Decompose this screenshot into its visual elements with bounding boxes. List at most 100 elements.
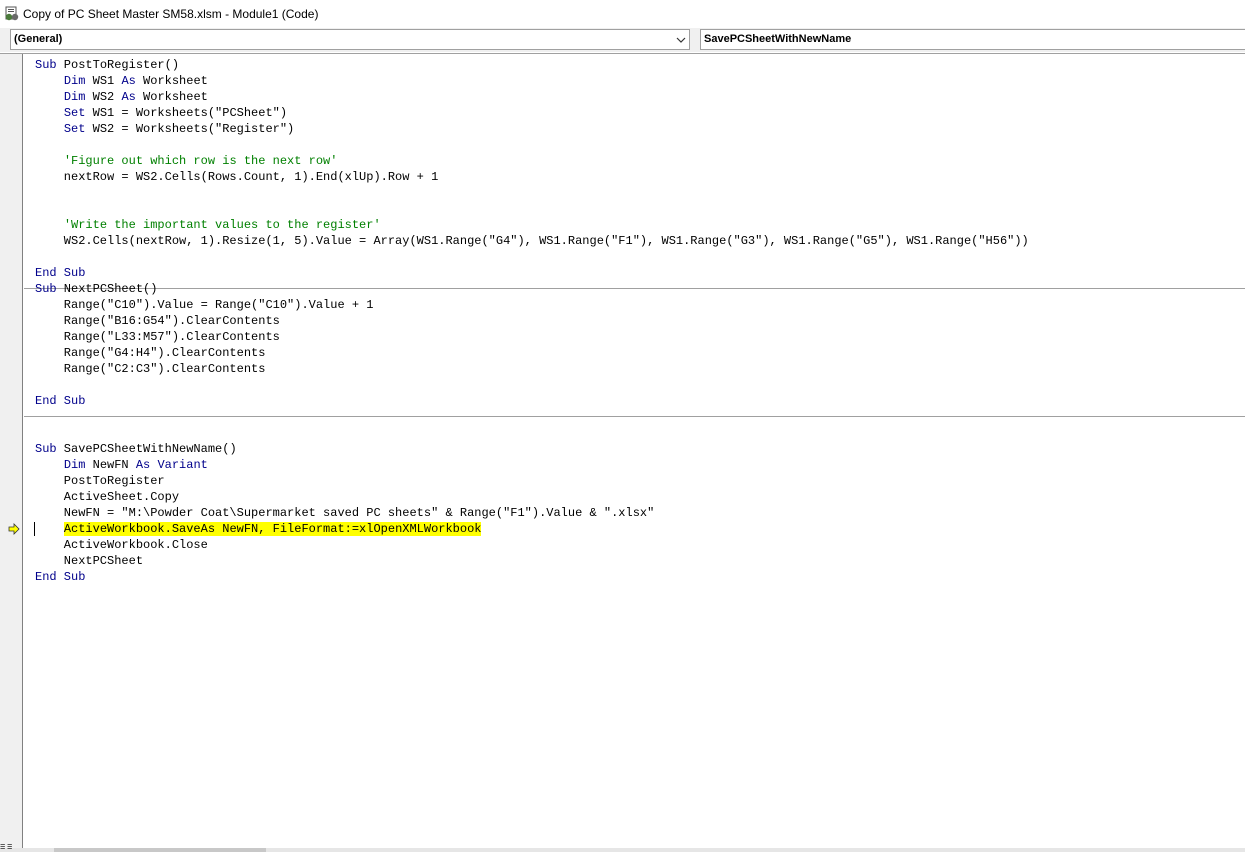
code-token: WS2	[85, 90, 122, 104]
code-token: Worksheet	[135, 74, 208, 88]
code-line[interactable]: PostToRegister	[24, 473, 1245, 489]
code-line-text: ActiveWorkbook.SaveAs NewFN, FileFormat:…	[24, 522, 482, 536]
combo-bar: (General) SavePCSheetWithNewName	[0, 28, 1245, 52]
code-line-text: Sub NextPCSheet()	[24, 282, 157, 296]
code-line[interactable]: Set WS1 = Worksheets("PCSheet")	[24, 105, 1245, 121]
code-line[interactable]: End Sub	[24, 393, 1245, 409]
code-line[interactable]	[24, 137, 1245, 153]
code-line[interactable]: NewFN = "M:\Powder Coat\Supermarket save…	[24, 505, 1245, 521]
code-token: NewFN = "M:\Powder Coat\Supermarket save…	[35, 506, 655, 520]
code-line[interactable]: ActiveWorkbook.Close	[24, 537, 1245, 553]
code-line[interactable]: NextPCSheet	[24, 553, 1245, 569]
code-line-text: Sub SavePCSheetWithNewName()	[24, 442, 237, 456]
keyword-token: End Sub	[35, 266, 86, 280]
code-line[interactable]: Range("L33:M57").ClearContents	[24, 329, 1245, 345]
code-line-text: PostToRegister	[24, 474, 165, 488]
code-line-text: End Sub	[24, 394, 85, 408]
keyword-token: Dim	[63, 74, 86, 88]
code-token: nextRow = WS2.Cells(Rows.Count, 1).End(x…	[35, 170, 439, 184]
code-line[interactable]	[24, 249, 1245, 265]
keyword-token: As	[121, 90, 136, 104]
code-line[interactable]	[24, 425, 1245, 441]
code-line[interactable]: Dim WS1 As Worksheet	[24, 73, 1245, 89]
comment-token: 'Figure out which row is the next row'	[63, 154, 338, 168]
code-line[interactable]: WS2.Cells(nextRow, 1).Resize(1, 5).Value…	[24, 233, 1245, 249]
code-line[interactable]: ActiveWorkbook.SaveAs NewFN, FileFormat:…	[24, 521, 1245, 537]
code-line[interactable]: Range("G4:H4").ClearContents	[24, 345, 1245, 361]
code-line[interactable]	[24, 409, 1245, 425]
code-line[interactable]: nextRow = WS2.Cells(Rows.Count, 1).End(x…	[24, 169, 1245, 185]
code-line-text: 'Write the important values to the regis…	[24, 218, 381, 232]
horizontal-scrollbar-thumb[interactable]	[54, 848, 266, 852]
keyword-token: Sub	[35, 282, 57, 296]
code-line-text: Dim NewFN As Variant	[24, 458, 208, 472]
keyword-token: As	[135, 458, 151, 472]
code-line-text: Range("B16:G54").ClearContents	[24, 314, 280, 328]
keyword-token: Sub	[35, 58, 57, 72]
keyword-token: Sub	[35, 442, 57, 456]
code-line[interactable]: ActiveSheet.Copy	[24, 489, 1245, 505]
code-line-text: End Sub	[24, 570, 85, 584]
code-line[interactable]: Range("C10").Value = Range("C10").Value …	[24, 297, 1245, 313]
code-line[interactable]	[24, 185, 1245, 201]
code-line[interactable]: Set WS2 = Worksheets("Register")	[24, 121, 1245, 137]
keyword-token: End Sub	[35, 394, 86, 408]
code-line-text: 'Figure out which row is the next row'	[24, 154, 338, 168]
code-token: ActiveSheet.Copy	[35, 490, 180, 504]
code-line-text: ActiveSheet.Copy	[24, 490, 179, 504]
code-line-text: Dim WS1 As Worksheet	[24, 74, 208, 88]
keyword-token: As	[121, 74, 136, 88]
code-editor[interactable]: Sub PostToRegister() Dim WS1 As Workshee…	[0, 53, 1245, 849]
code-line-text: NewFN = "M:\Powder Coat\Supermarket save…	[24, 506, 655, 520]
code-line[interactable]: Range("B16:G54").ClearContents	[24, 313, 1245, 329]
procedure-combo-value: SavePCSheetWithNewName	[704, 33, 852, 45]
code-token: ActiveWorkbook.Close	[35, 538, 208, 552]
code-line[interactable]: 'Write the important values to the regis…	[24, 217, 1245, 233]
comment-token: 'Write the important values to the regis…	[63, 218, 381, 232]
keyword-token: Set	[63, 122, 86, 136]
current-statement: ActiveWorkbook.SaveAs NewFN, FileFormat:…	[63, 522, 482, 536]
code-line-text: Range("G4:H4").ClearContents	[24, 346, 266, 360]
keyword-token: End Sub	[35, 570, 86, 584]
code-line[interactable]: End Sub	[24, 569, 1245, 585]
code-line[interactable]: Sub NextPCSheet()	[24, 281, 1245, 297]
indicator-margin[interactable]	[0, 54, 23, 849]
procedure-combo[interactable]: SavePCSheetWithNewName	[700, 29, 1245, 50]
code-line[interactable]: Dim WS2 As Worksheet	[24, 89, 1245, 105]
vba-module-icon	[5, 6, 19, 21]
code-line[interactable]	[24, 377, 1245, 393]
code-line[interactable]: Sub PostToRegister()	[24, 57, 1245, 73]
code-line-text: ActiveWorkbook.Close	[24, 538, 208, 552]
code-token: WS2 = Worksheets("Register")	[85, 122, 295, 136]
code-line[interactable]: 'Figure out which row is the next row'	[24, 153, 1245, 169]
code-line[interactable]: End Sub	[24, 265, 1245, 281]
view-buttons[interactable]: ☰ ☰	[0, 845, 36, 852]
code-line-text: End Sub	[24, 266, 85, 280]
window-title: Copy of PC Sheet Master SM58.xlsm - Modu…	[23, 7, 319, 21]
code-line-text: WS2.Cells(nextRow, 1).Resize(1, 5).Value…	[24, 234, 1029, 248]
chevron-down-icon[interactable]	[673, 30, 689, 49]
execution-arrow-icon	[8, 523, 20, 535]
code-line[interactable]	[24, 201, 1245, 217]
code-token: WS1 = Worksheets("PCSheet")	[85, 106, 288, 120]
code-pane[interactable]: Sub PostToRegister() Dim WS1 As Workshee…	[24, 57, 1245, 585]
code-line[interactable]: Dim NewFN As Variant	[24, 457, 1245, 473]
window-titlebar: Copy of PC Sheet Master SM58.xlsm - Modu…	[0, 0, 1245, 28]
object-combo[interactable]: (General)	[10, 29, 690, 50]
code-line[interactable]: Range("C2:C3").ClearContents	[24, 361, 1245, 377]
keyword-token: Dim	[63, 458, 86, 472]
code-line[interactable]: Sub SavePCSheetWithNewName()	[24, 441, 1245, 457]
